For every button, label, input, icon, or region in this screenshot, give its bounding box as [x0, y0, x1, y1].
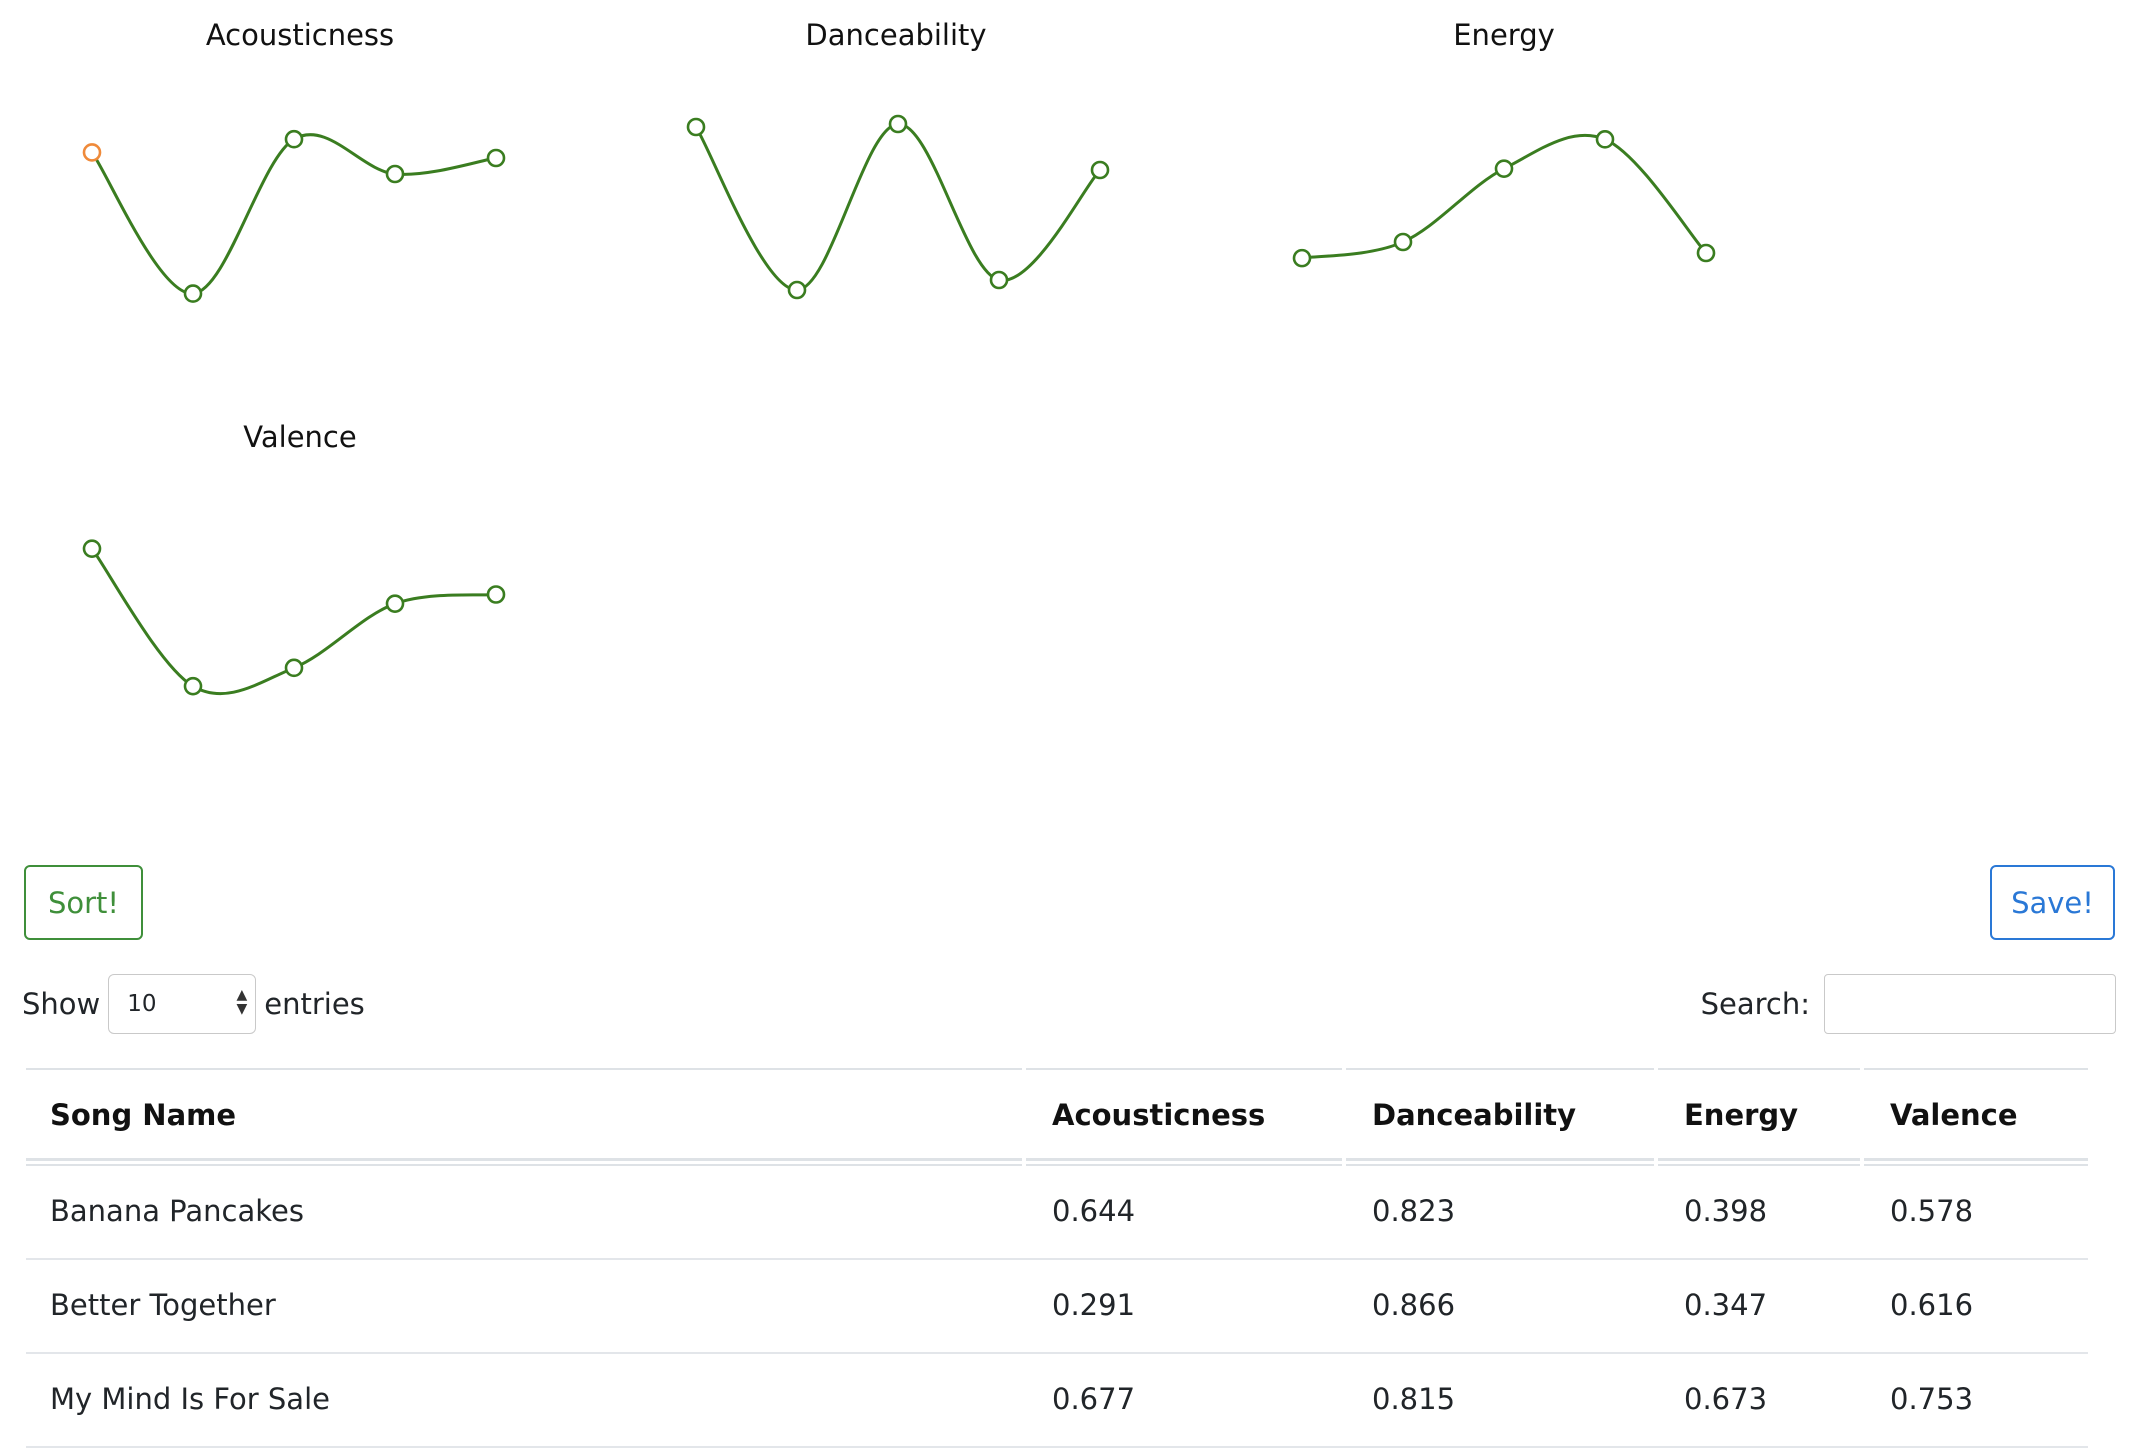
cell-energy: 0.673: [1684, 1382, 1768, 1416]
valence-data-point[interactable]: [183, 676, 203, 696]
cell-energy: 0.398: [1684, 1194, 1768, 1228]
cell-acousticness: 0.291: [1052, 1288, 1136, 1322]
column-separator: [1022, 1068, 1026, 1166]
valence-chart: Valence: [0, 402, 600, 782]
cell-valence: 0.616: [1890, 1288, 1974, 1322]
energy-data-point[interactable]: [1595, 130, 1615, 149]
entries-select[interactable]: 10 ▲ ▼: [108, 974, 257, 1034]
acousticness-series-line: [90, 133, 497, 296]
header-song-name[interactable]: Song Name: [50, 1098, 236, 1132]
cell-danceability: 0.815: [1372, 1382, 1456, 1416]
danceability-data-point[interactable]: [989, 270, 1009, 290]
acousticness-data-point[interactable]: [486, 148, 506, 168]
table-row[interactable]: My Mind Is For Sale 0.677 0.815 0.673 0.…: [26, 1354, 2088, 1448]
valence-data-point[interactable]: [82, 539, 102, 558]
cell-valence: 0.578: [1890, 1194, 1974, 1228]
table-header-border: [26, 1158, 2088, 1166]
table-header-row: Song Name Acousticness Danceability Ener…: [26, 1070, 2088, 1158]
cell-acousticness: 0.644: [1052, 1194, 1136, 1228]
column-separator: [1860, 1068, 1864, 1166]
entries-length-control: Show 10 ▲ ▼ entries: [22, 973, 365, 1035]
search-label: Search:: [1700, 987, 1810, 1021]
select-arrows-icon: ▲ ▼: [236, 987, 248, 1017]
entries-label: entries: [264, 987, 365, 1021]
header-danceability[interactable]: Danceability: [1372, 1098, 1576, 1132]
sort-button[interactable]: Sort!: [24, 865, 143, 940]
danceability-chart-svg: [686, 114, 1110, 300]
acousticness-data-point[interactable]: [82, 143, 102, 162]
search-control: Search:: [1701, 973, 2116, 1035]
cell-song-name: Better Together: [50, 1288, 276, 1322]
energy-data-point[interactable]: [1292, 248, 1312, 268]
danceability-data-point[interactable]: [1090, 160, 1110, 180]
cell-song-name: Banana Pancakes: [50, 1194, 304, 1228]
cell-energy: 0.347: [1684, 1288, 1768, 1322]
energy-chart-svg: [1292, 130, 1716, 268]
valence-data-point[interactable]: [385, 594, 405, 613]
danceability-chart: Danceability: [596, 0, 1196, 380]
danceability-data-point[interactable]: [686, 117, 706, 137]
search-input[interactable]: [1824, 974, 2116, 1034]
header-valence[interactable]: Valence: [1890, 1098, 2018, 1132]
column-separator: [1342, 1068, 1346, 1166]
energy-data-point[interactable]: [1696, 243, 1716, 263]
header-energy[interactable]: Energy: [1684, 1098, 1798, 1132]
table-row[interactable]: Banana Pancakes 0.644 0.823 0.398 0.578: [26, 1166, 2088, 1260]
acousticness-data-point[interactable]: [385, 164, 405, 184]
cell-valence: 0.753: [1890, 1382, 1974, 1416]
entries-select-value: 10: [127, 991, 157, 1017]
cell-danceability: 0.866: [1372, 1288, 1456, 1322]
header-acousticness[interactable]: Acousticness: [1052, 1098, 1265, 1132]
energy-chart: Energy: [1204, 0, 1804, 380]
danceability-data-point[interactable]: [888, 114, 908, 134]
cell-danceability: 0.823: [1372, 1194, 1456, 1228]
acousticness-data-point[interactable]: [284, 129, 304, 149]
energy-data-point[interactable]: [1494, 159, 1514, 178]
danceability-data-point[interactable]: [787, 280, 807, 300]
cell-acousticness: 0.677: [1052, 1382, 1136, 1416]
acousticness-chart: Acousticness: [0, 0, 600, 380]
save-button[interactable]: Save!: [1990, 865, 2115, 940]
show-label: Show: [22, 987, 101, 1021]
acousticness-data-point[interactable]: [183, 284, 203, 303]
valence-data-point[interactable]: [486, 585, 506, 604]
table-row[interactable]: Better Together 0.291 0.866 0.347 0.616: [26, 1260, 2088, 1354]
column-separator: [1654, 1068, 1658, 1166]
energy-data-point[interactable]: [1393, 232, 1413, 252]
danceability-series-line: [694, 122, 1102, 292]
acousticness-chart-svg: [82, 129, 506, 303]
valence-data-point[interactable]: [284, 658, 304, 678]
cell-song-name: My Mind Is For Sale: [50, 1382, 330, 1416]
energy-series-line: [1301, 133, 1708, 260]
valence-chart-svg: [82, 539, 506, 696]
